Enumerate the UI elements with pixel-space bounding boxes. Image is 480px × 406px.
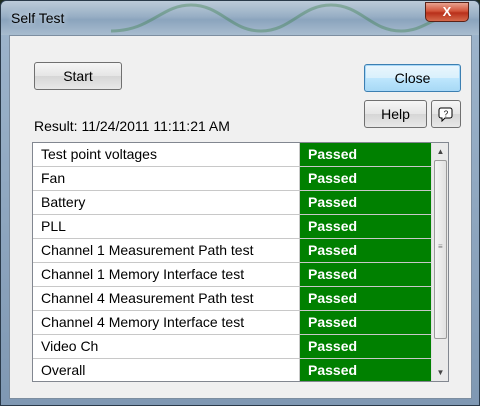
table-row[interactable]: PLL Passed <box>33 215 448 239</box>
status-badge: Passed <box>299 359 447 381</box>
svg-text:?: ? <box>444 110 449 119</box>
status-badge: Passed <box>299 335 447 358</box>
table-row[interactable]: Channel 1 Memory Interface test Passed <box>33 263 448 287</box>
test-name: Channel 1 Memory Interface test <box>41 266 245 282</box>
window-close-button[interactable]: X <box>425 2 469 22</box>
result-label: Result: 11/24/2011 11:11:21 AM <box>34 118 230 134</box>
status-badge: Passed <box>299 311 447 334</box>
self-test-window: Self Test X Start Close Help ? Result: 1… <box>0 0 480 406</box>
scrollbar-thumb[interactable]: ≡ <box>434 160 447 339</box>
question-icon: ? <box>438 107 453 123</box>
test-results-list[interactable]: Test point voltages Passed Fan Passed Batter… <box>32 142 449 382</box>
status-badge: Passed <box>299 143 447 166</box>
help-button[interactable]: Help <box>364 100 427 128</box>
table-row[interactable]: Overall Passed <box>33 359 448 381</box>
test-name: PLL <box>41 218 66 234</box>
status-badge: Passed <box>299 167 447 190</box>
status-badge: Passed <box>299 191 447 214</box>
status-badge: Passed <box>299 263 447 286</box>
title-bar[interactable]: Self Test X <box>1 1 479 35</box>
test-name: Battery <box>41 194 86 210</box>
status-badge: Passed <box>299 287 447 310</box>
status-badge: Passed <box>299 239 447 262</box>
table-row[interactable]: Channel 4 Measurement Path test Passed <box>33 287 448 311</box>
dialog-client-area: Start Close Help ? Result: 11/24/2011 11… <box>9 35 472 399</box>
scroll-up-arrow-icon[interactable]: ▲ <box>432 143 448 160</box>
test-name: Channel 1 Measurement Path test <box>41 242 254 258</box>
close-button[interactable]: Close <box>364 64 461 92</box>
test-name: Fan <box>41 170 66 186</box>
grip-icon: ≡ <box>438 242 443 251</box>
test-name: Video Ch <box>41 338 99 354</box>
test-name: Channel 4 Memory Interface test <box>41 314 245 330</box>
scroll-down-arrow-icon[interactable]: ▼ <box>432 364 448 381</box>
table-row[interactable]: Battery Passed <box>33 191 448 215</box>
context-help-button[interactable]: ? <box>431 100 461 128</box>
vertical-scrollbar[interactable]: ▲ ≡ ▼ <box>431 143 448 381</box>
table-row[interactable]: Test point voltages Passed <box>33 143 448 167</box>
table-row[interactable]: Channel 1 Measurement Path test Passed <box>33 239 448 263</box>
background-waveform <box>111 3 441 33</box>
test-name: Channel 4 Measurement Path test <box>41 290 254 306</box>
test-name: Test point voltages <box>41 146 157 162</box>
test-rows: Test point voltages Passed Fan Passed Batter… <box>33 143 448 381</box>
test-name: Overall <box>41 362 86 378</box>
status-badge: Passed <box>299 215 447 238</box>
table-row[interactable]: Channel 4 Memory Interface test Passed <box>33 311 448 335</box>
start-button[interactable]: Start <box>34 62 122 90</box>
window-title: Self Test <box>11 10 65 26</box>
table-row[interactable]: Fan Passed <box>33 167 448 191</box>
table-row[interactable]: Video Ch Passed <box>33 335 448 359</box>
